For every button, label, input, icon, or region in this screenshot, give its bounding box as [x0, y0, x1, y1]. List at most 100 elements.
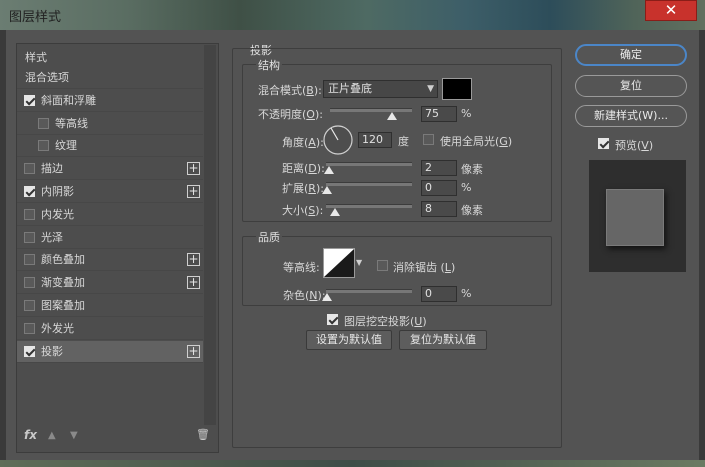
opacity-input[interactable]: 75: [421, 106, 457, 122]
blend-mode-label: 混合模式(B):: [258, 84, 322, 97]
add-effect-icon[interactable]: +: [187, 276, 200, 289]
divider: [17, 88, 203, 89]
angle-input[interactable]: 120: [358, 132, 392, 148]
style-item-checkbox[interactable]: [24, 232, 35, 243]
style-item-checkbox[interactable]: [24, 277, 35, 288]
style-item-checkbox[interactable]: [24, 209, 35, 220]
style-item-checkbox[interactable]: [24, 186, 35, 197]
styles-header[interactable]: 样式: [25, 49, 47, 65]
style-item-label: 颜色叠加: [41, 253, 85, 266]
distance-slider[interactable]: [326, 162, 412, 166]
set-default-button[interactable]: 设置为默认值: [306, 330, 392, 350]
style-item-checkbox[interactable]: [24, 163, 35, 174]
divider: [17, 270, 203, 271]
style-item-label: 描边: [41, 162, 63, 175]
knockout-label: 图层挖空投影(U): [344, 315, 427, 328]
size-slider-handle[interactable]: [330, 208, 340, 216]
style-item-checkbox[interactable]: [24, 346, 35, 357]
preview-checkbox[interactable]: [598, 138, 609, 149]
style-item-checkbox[interactable]: [24, 323, 35, 334]
style-item-checkbox[interactable]: [38, 118, 49, 129]
reset-button[interactable]: 复位: [575, 75, 687, 97]
style-item[interactable]: 图案叠加: [17, 295, 203, 317]
opacity-slider-handle[interactable]: [387, 112, 397, 120]
noise-input[interactable]: 0: [421, 286, 457, 302]
style-item-label: 混合选项: [25, 71, 69, 84]
divider: [17, 362, 203, 363]
angle-dial-icon: [323, 125, 353, 155]
move-up-icon[interactable]: ▲: [48, 430, 56, 441]
styles-footer-toolbar: fx ▲ ▼ 🗑: [24, 428, 214, 448]
spread-input[interactable]: 0: [421, 180, 457, 196]
spread-slider[interactable]: [326, 182, 412, 186]
style-item-label: 外发光: [41, 322, 74, 335]
contour-dropdown-chevron-icon[interactable]: ▼: [356, 248, 364, 278]
opacity-unit: %: [461, 107, 472, 120]
close-button[interactable]: ✕: [645, 0, 697, 21]
divider: [17, 179, 203, 180]
distance-unit: 像素: [461, 163, 483, 176]
style-preview-swatch: [606, 189, 664, 246]
window-title: 图层样式: [9, 10, 62, 25]
size-label: 大小(S):: [282, 204, 324, 217]
title-bar[interactable]: [0, 0, 705, 30]
style-item[interactable]: 外发光: [17, 318, 203, 340]
style-item-label: 图案叠加: [41, 299, 85, 312]
size-input[interactable]: 8: [421, 201, 457, 217]
spread-slider-handle[interactable]: [322, 186, 332, 194]
global-light-checkbox[interactable]: [423, 134, 434, 145]
style-item-checkbox[interactable]: [24, 300, 35, 311]
move-down-icon[interactable]: ▼: [70, 430, 78, 441]
style-item-label: 纹理: [55, 139, 77, 152]
new-style-button[interactable]: 新建样式(W)...: [575, 105, 687, 127]
style-item[interactable]: 等高线: [17, 113, 203, 135]
style-item-checkbox[interactable]: [38, 140, 49, 151]
preview-label: 预览(V): [615, 139, 654, 152]
quality-title: 品质: [256, 229, 282, 245]
distance-slider-handle[interactable]: [324, 166, 334, 174]
contour-preview[interactable]: [323, 248, 355, 278]
style-item[interactable]: 颜色叠加 +: [17, 249, 203, 271]
trash-icon[interactable]: 🗑: [196, 428, 210, 441]
shadow-color-swatch[interactable]: [442, 78, 472, 100]
style-item[interactable]: 内阴影 +: [17, 181, 203, 203]
noise-slider-handle[interactable]: [322, 293, 332, 301]
style-item-checkbox[interactable]: [24, 254, 35, 265]
background-strip: [0, 460, 705, 467]
close-icon: ✕: [664, 1, 678, 19]
add-effect-icon[interactable]: +: [187, 253, 200, 266]
style-item[interactable]: 内发光: [17, 204, 203, 226]
fx-icon[interactable]: fx: [24, 428, 37, 442]
blend-mode-select[interactable]: 正片叠底 ▼: [323, 80, 438, 98]
structure-title: 结构: [256, 57, 282, 73]
style-item[interactable]: 渐变叠加 +: [17, 272, 203, 294]
style-item[interactable]: 投影 +: [17, 341, 203, 363]
knockout-checkbox[interactable]: [327, 314, 338, 325]
style-item[interactable]: 斜面和浮雕: [17, 90, 203, 112]
styles-list-scrollbar[interactable]: [204, 45, 216, 425]
reset-default-button[interactable]: 复位为默认值: [399, 330, 487, 350]
style-item[interactable]: 纹理: [17, 135, 203, 157]
chevron-down-icon: ▼: [427, 84, 434, 94]
spread-unit: %: [461, 181, 472, 194]
ok-button[interactable]: 确定: [575, 44, 687, 66]
add-effect-icon[interactable]: +: [187, 185, 200, 198]
style-item[interactable]: 光泽: [17, 227, 203, 249]
noise-slider[interactable]: [326, 289, 412, 293]
style-item-label: 投影: [41, 345, 63, 358]
distance-input[interactable]: 2: [421, 160, 457, 176]
add-effect-icon[interactable]: +: [187, 162, 200, 175]
style-preview-box: [589, 160, 686, 272]
opacity-slider[interactable]: [330, 108, 412, 112]
style-item-label: 等高线: [55, 117, 88, 130]
add-effect-icon[interactable]: +: [187, 345, 200, 358]
angle-dial[interactable]: [322, 124, 354, 156]
divider: [17, 202, 203, 203]
style-item[interactable]: 混合选项: [17, 67, 203, 89]
divider: [17, 293, 203, 294]
style-item-checkbox[interactable]: [24, 95, 35, 106]
opacity-label: 不透明度(O):: [258, 108, 323, 121]
antialias-checkbox[interactable]: [377, 260, 388, 271]
style-item-label: 斜面和浮雕: [41, 94, 96, 107]
style-item[interactable]: 描边 +: [17, 158, 203, 180]
